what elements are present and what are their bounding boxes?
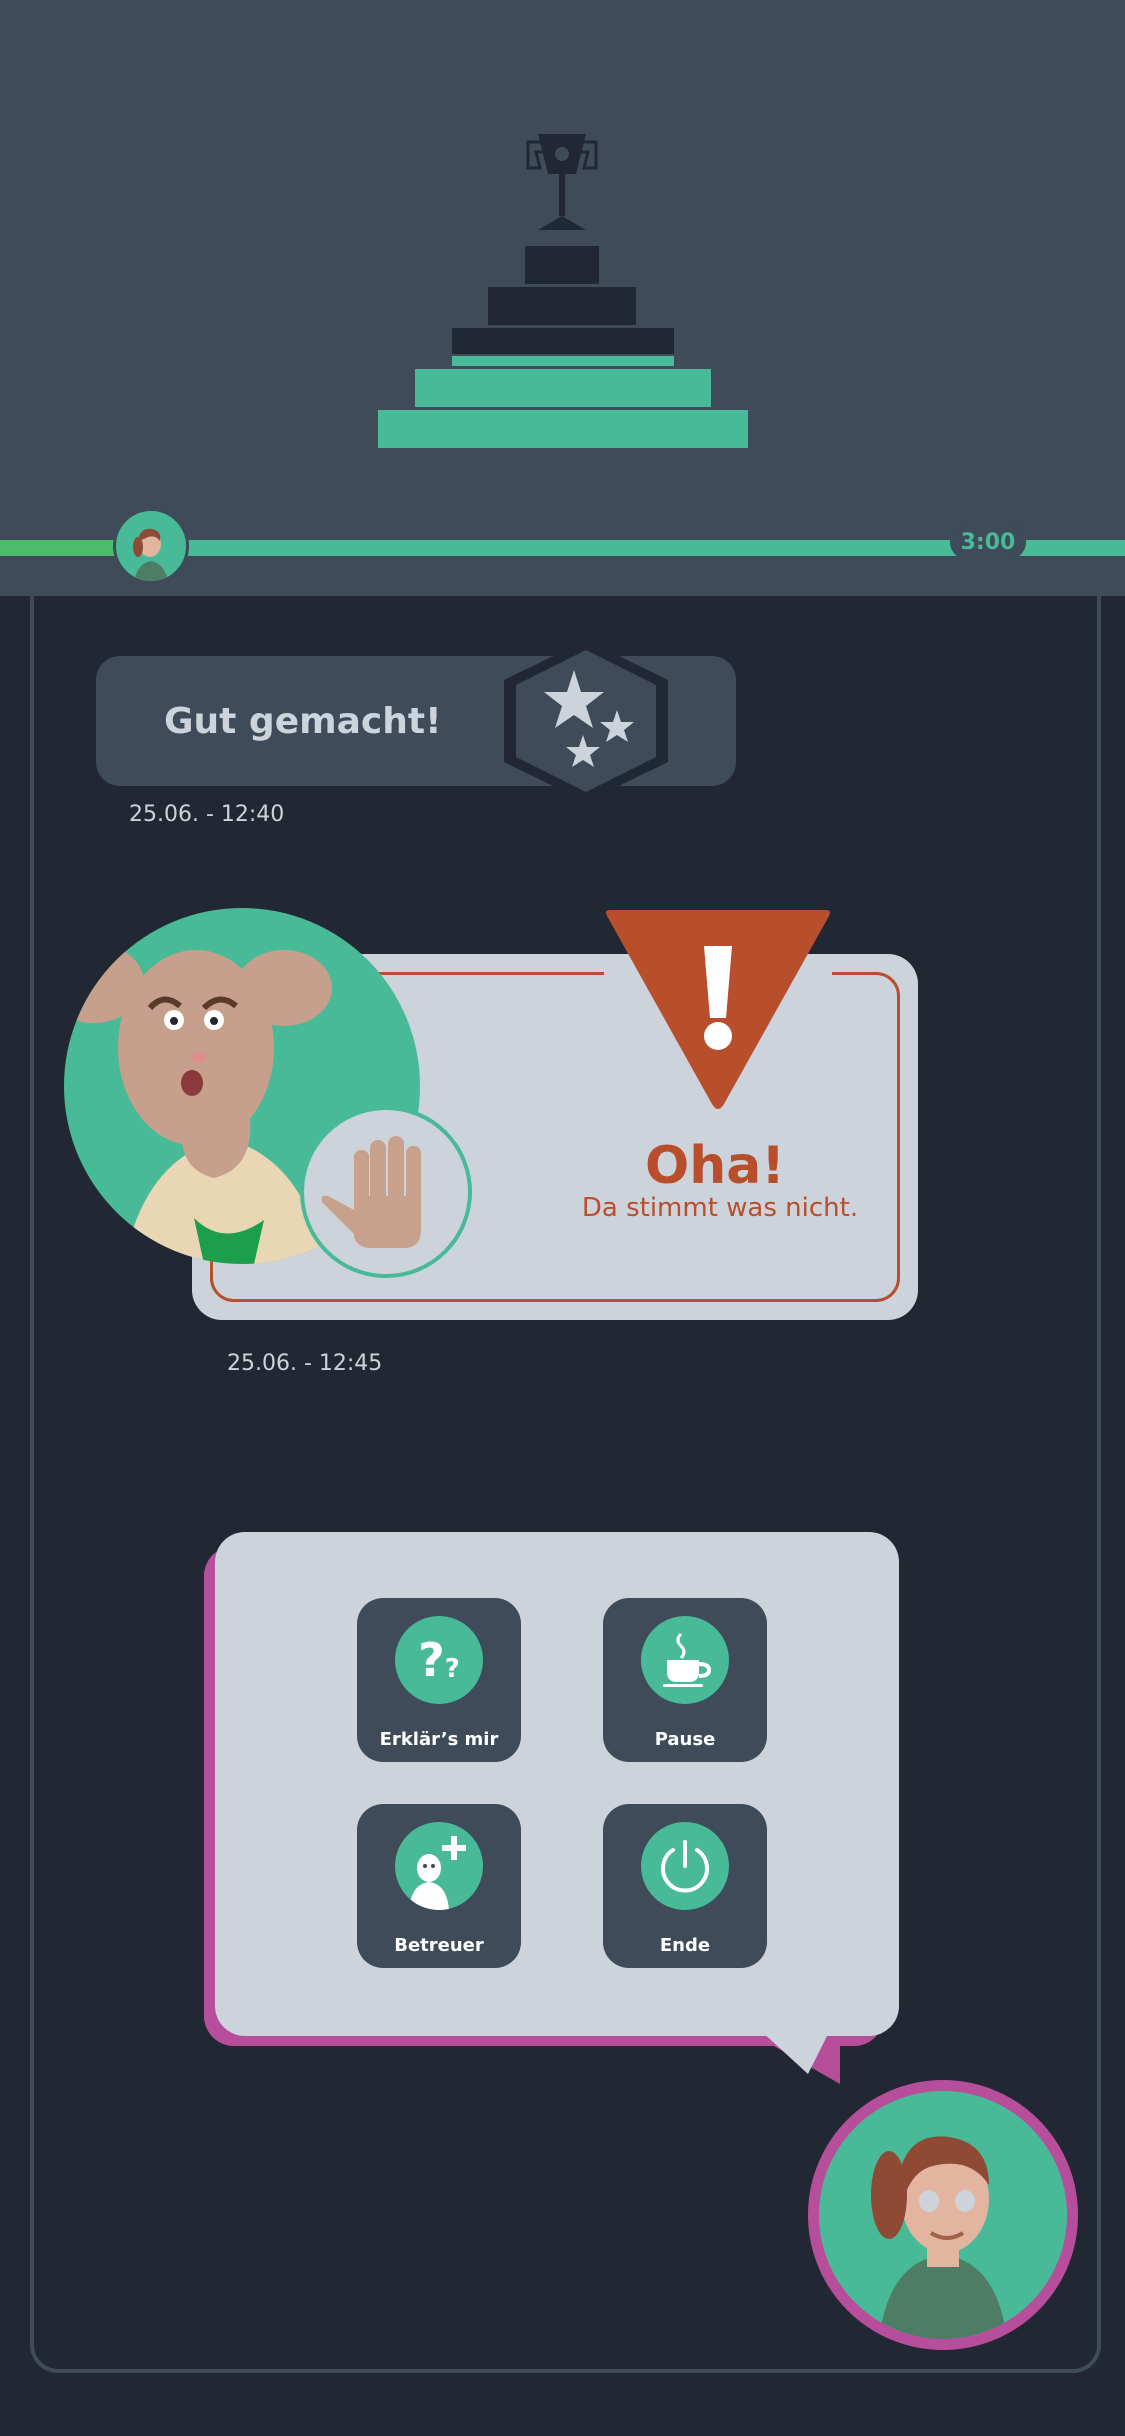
exclamation-triangle-icon <box>604 910 832 1109</box>
explain-label: Erklär’s mir <box>379 1729 499 1750</box>
coffee-cup-icon <box>641 1616 729 1704</box>
action-menu: ?? Erklär’s mir Pause Betreuer Ende <box>215 1532 899 2036</box>
progress-header: 3:00 <box>0 0 1125 596</box>
end-button[interactable]: Ende <box>603 1804 767 1968</box>
trophy-icon <box>526 134 598 230</box>
power-icon <box>641 1822 729 1910</box>
pause-label: Pause <box>654 1729 716 1750</box>
menu-speech-tail <box>760 2030 830 2074</box>
assistant-avatar <box>808 2080 1078 2350</box>
question-marks-icon: ?? <box>395 1616 483 1704</box>
user-avatar-marker <box>113 508 189 584</box>
podium-steps-icon <box>378 246 748 448</box>
warning-subtitle: Da stimmt was nicht. <box>581 1193 859 1223</box>
caregiver-button[interactable]: Betreuer <box>357 1804 521 1968</box>
end-label: Ende <box>659 1935 711 1956</box>
progress-track-elapsed <box>0 540 120 556</box>
stars-hexagon-icon <box>504 640 668 802</box>
praise-timestamp: 25.06. - 12:40 <box>129 802 285 827</box>
time-remaining: 3:00 <box>950 524 1026 560</box>
warning-title: Oha! <box>644 1136 786 1196</box>
caregiver-label: Betreuer <box>394 1935 484 1956</box>
pause-button[interactable]: Pause <box>603 1598 767 1762</box>
raised-hand-icon <box>300 1106 472 1278</box>
praise-card: Gut gemacht! <box>96 640 736 802</box>
warning-timestamp: 25.06. - 12:45 <box>227 1351 383 1376</box>
add-caregiver-icon <box>395 1822 483 1910</box>
explain-button[interactable]: ?? Erklär’s mir <box>357 1598 521 1762</box>
praise-title: Gut gemacht! <box>164 700 442 742</box>
